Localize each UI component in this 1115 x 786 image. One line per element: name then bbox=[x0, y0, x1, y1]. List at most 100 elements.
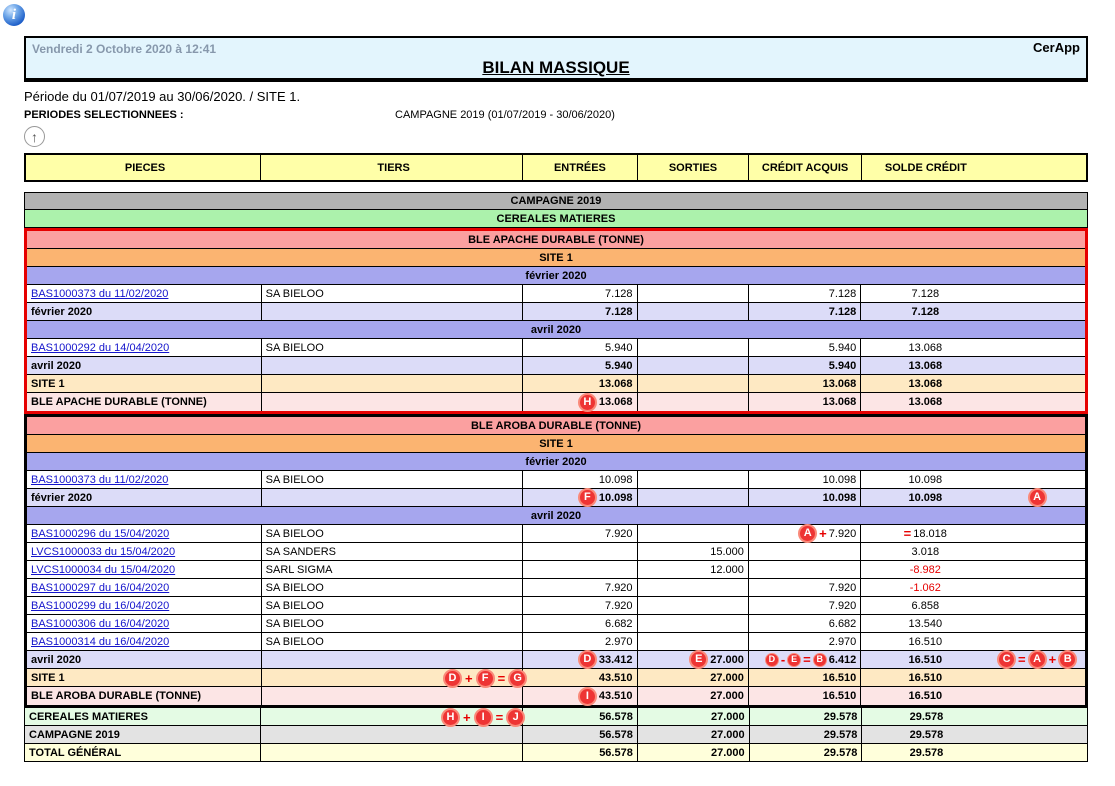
cell-credit-acquis: 29.578 bbox=[750, 708, 863, 725]
cell-value: 7.920 bbox=[605, 528, 633, 540]
piece-link[interactable]: BAS1000292 du 14/04/2020 bbox=[31, 342, 169, 354]
cell-credit-acquis: D-E=B6.412 bbox=[749, 651, 861, 668]
cell-pieces: BAS1000299 du 16/04/2020 bbox=[27, 597, 262, 614]
cell-entrees: 56.578 bbox=[523, 708, 638, 725]
cell-tiers: SA SANDERS bbox=[262, 543, 524, 560]
table-row: février 20207.1287.1287.128 bbox=[27, 303, 1085, 321]
table-row: CAMPAGNE 201956.57827.00029.57829.578 bbox=[24, 726, 1088, 744]
table-row: BAS1000373 du 11/02/2020SA BIELOO7.1287.… bbox=[27, 285, 1085, 303]
cell-value: 12.000 bbox=[710, 564, 744, 576]
cell-sorties: 12.000 bbox=[638, 561, 749, 578]
ble-aroba-section: BLE AROBA DURABLE (TONNE) SITE 1 février 2… bbox=[24, 414, 1088, 708]
solde-value-area: 29.578 bbox=[862, 729, 990, 741]
solde-value-area: 10.098 bbox=[861, 474, 989, 486]
cell-solde-credit: =18.018 bbox=[861, 525, 1085, 542]
band-label: BLE AROBA DURABLE (TONNE) bbox=[471, 420, 641, 432]
cell-value: 29.578 bbox=[824, 729, 858, 741]
cell-value: 7.920 bbox=[605, 582, 633, 594]
cell-credit-acquis: 13.068 bbox=[749, 375, 861, 392]
annotation-badge-A: A bbox=[798, 524, 817, 543]
cell-value: 10.098 bbox=[599, 492, 633, 504]
cell-tiers bbox=[261, 744, 524, 761]
cell-sorties bbox=[638, 471, 749, 488]
cell-value: 7.920 bbox=[829, 582, 857, 594]
cell-solde-credit: 16.510 bbox=[861, 687, 1085, 705]
cell-tiers: SA BIELOO bbox=[262, 285, 524, 302]
band-label: avril 2020 bbox=[531, 324, 581, 336]
cell-value: 10.098 bbox=[599, 474, 633, 486]
cell-tiers bbox=[262, 357, 524, 374]
column-header-credit: CRÉDIT ACQUIS bbox=[749, 155, 862, 180]
cell-tiers: SA BIELOO bbox=[262, 339, 524, 356]
solde-value-area: 16.510 bbox=[861, 690, 989, 702]
table-row: BAS1000373 du 11/02/2020SA BIELOO10.0981… bbox=[27, 471, 1085, 489]
operator-minus-icon: - bbox=[781, 653, 785, 666]
cell-solde-credit: 10.098 A bbox=[861, 489, 1085, 506]
annotation-badge-D: D bbox=[443, 669, 462, 688]
cell-solde-credit: 16.510C=A+B bbox=[861, 651, 1085, 668]
annotation-badge-J: J bbox=[506, 708, 525, 727]
cell-credit-acquis: 7.128 bbox=[749, 303, 861, 320]
solde-value-area: 29.578 bbox=[862, 711, 990, 723]
cell-sorties: E27.000 bbox=[638, 651, 749, 668]
cell-sorties bbox=[638, 489, 749, 506]
piece-link[interactable]: BAS1000373 du 11/02/2020 bbox=[31, 474, 168, 486]
cell-tiers: SARL SIGMA bbox=[262, 561, 524, 578]
cell-sorties: 27.000 bbox=[638, 669, 749, 686]
cell-value: 6.858 bbox=[912, 600, 940, 612]
annotation-badge-F: F bbox=[476, 669, 495, 688]
cell-pieces: CEREALES MATIERES bbox=[25, 708, 261, 725]
periods-row: PERIODES SELECTIONNEES : CAMPAGNE 2019 (… bbox=[24, 109, 1088, 123]
cell-solde-credit: -1.062 bbox=[861, 579, 1085, 596]
band-label: février 2020 bbox=[525, 270, 586, 282]
cell-sorties bbox=[638, 597, 749, 614]
cell-value: 13.068 bbox=[908, 342, 942, 354]
table-header-row: PIECESTIERSENTRÉESSORTIESCRÉDIT ACQUISSO… bbox=[24, 153, 1088, 182]
piece-link[interactable]: LVCS1000034 du 15/04/2020 bbox=[31, 564, 175, 576]
cell-value: 16.510 bbox=[823, 672, 857, 684]
table-row: avril 2020D33.412E27.000D-E=B6.41216.510… bbox=[27, 651, 1085, 669]
cell-value: 10.098 bbox=[823, 474, 857, 486]
cell-solde-credit: -8.982 bbox=[861, 561, 1085, 578]
solde-value-area: 7.128 bbox=[861, 288, 989, 300]
annotation-badge-A: A bbox=[1028, 488, 1047, 507]
piece-link[interactable]: LVCS1000033 du 15/04/2020 bbox=[31, 546, 175, 558]
annotation-badge-E: E bbox=[787, 653, 801, 667]
cell-pieces: avril 2020 bbox=[27, 357, 262, 374]
cell-entrees: I43.510 bbox=[523, 687, 637, 705]
solde-value-area: 10.098 bbox=[861, 492, 989, 504]
report-date: Vendredi 2 Octobre 2020 à 12:41 bbox=[32, 42, 216, 56]
scroll-top-icon[interactable]: ↑ bbox=[24, 126, 45, 147]
annotation-badge-F: F bbox=[578, 488, 597, 507]
piece-link[interactable]: BAS1000314 du 16/04/2020 bbox=[31, 636, 169, 648]
info-icon[interactable]: i bbox=[3, 4, 25, 26]
piece-link[interactable]: BAS1000297 du 16/04/2020 bbox=[31, 582, 169, 594]
cell-pieces: février 2020 bbox=[27, 489, 262, 506]
cell-value: 7.128 bbox=[912, 288, 940, 300]
solde-value-area: 16.510 bbox=[861, 636, 989, 648]
piece-link[interactable]: BAS1000306 du 16/04/2020 bbox=[31, 618, 169, 630]
piece-link[interactable]: BAS1000299 du 16/04/2020 bbox=[31, 600, 169, 612]
cell-value: 3.018 bbox=[912, 546, 940, 558]
table-row: SITE 113.06813.06813.068 bbox=[27, 375, 1085, 393]
cell-credit-acquis: 5.940 bbox=[749, 357, 861, 374]
cell-sorties bbox=[638, 357, 749, 374]
band-row: avril 2020 bbox=[27, 507, 1085, 525]
cell-value: 27.000 bbox=[710, 690, 744, 702]
cell-entrees: H13.068 bbox=[523, 393, 637, 411]
cell-solde-credit: 13.068 bbox=[861, 393, 1085, 411]
piece-link[interactable]: BAS1000373 du 11/02/2020 bbox=[31, 288, 168, 300]
piece-link[interactable]: BAS1000296 du 15/04/2020 bbox=[31, 528, 169, 540]
cell-pieces: SITE 1 bbox=[27, 669, 262, 686]
solde-value-area: -8.982 bbox=[861, 564, 989, 576]
cell-sorties: 15.000 bbox=[638, 543, 749, 560]
report-page: Vendredi 2 Octobre 2020 à 12:41 CerApp B… bbox=[24, 0, 1088, 762]
column-header-label: SOLDE CRÉDIT bbox=[862, 162, 990, 174]
annotation-badge-C: C bbox=[997, 650, 1016, 669]
cell-solde-credit: 6.858 bbox=[861, 597, 1085, 614]
cell-value: 27.000 bbox=[710, 672, 744, 684]
table-row: CEREALES MATIERES56.57827.00029.57829.57… bbox=[24, 708, 1088, 726]
cell-pieces: LVCS1000033 du 15/04/2020 bbox=[27, 543, 262, 560]
cell-entrees: F10.098 bbox=[523, 489, 637, 506]
annotation-badge-H: H bbox=[441, 708, 460, 727]
